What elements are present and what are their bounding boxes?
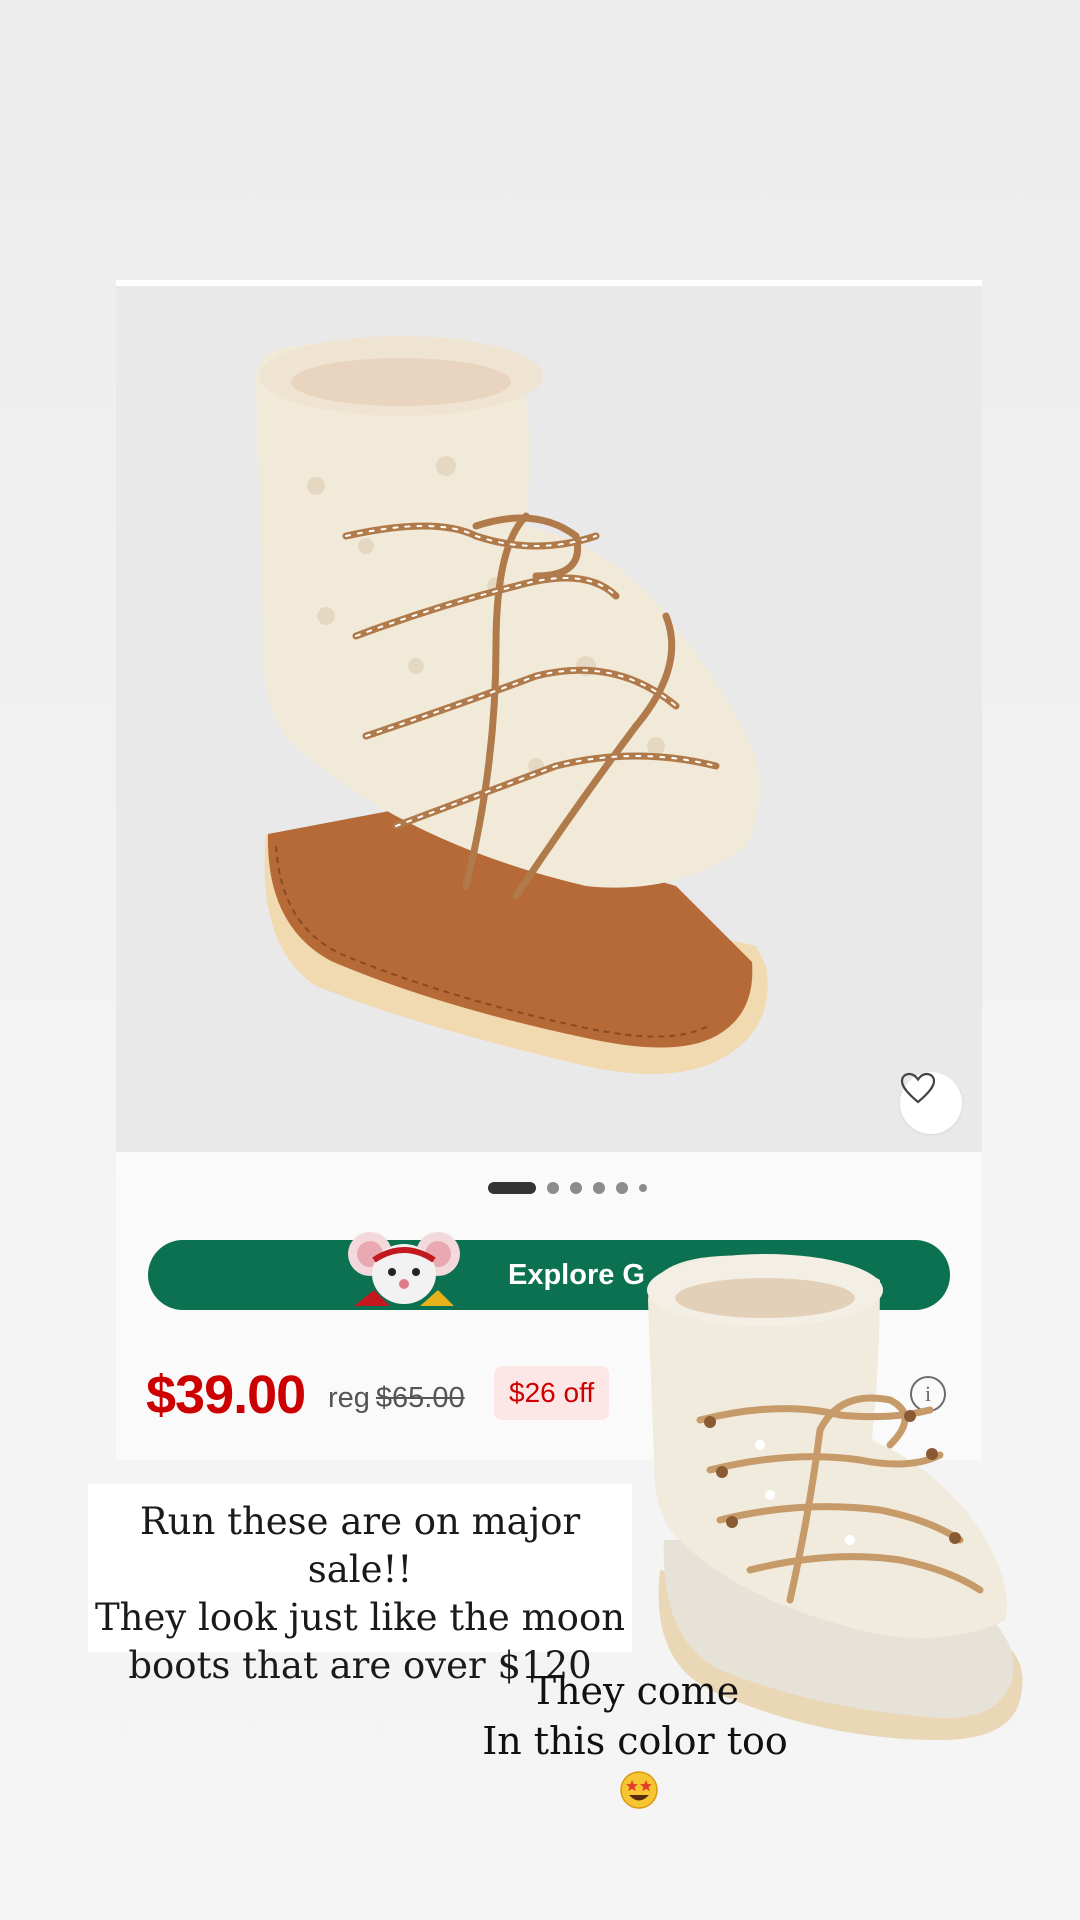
caption-line: Run these are on major sale!! (139, 1500, 581, 1591)
story-screen: Explore G $39.00 reg $65.00 $26 off i Run… (0, 0, 1080, 1920)
heart-icon (900, 1072, 936, 1104)
regular-price-value: $65.00 (375, 1382, 465, 1414)
product-image-tan-boot[interactable] (116, 286, 982, 1152)
carousel-dot[interactable] (546, 1182, 559, 1194)
carousel-dot-active[interactable] (487, 1182, 536, 1194)
color-note: They come In this color too (440, 1666, 830, 1816)
carousel-dot[interactable] (569, 1182, 582, 1194)
cream-boot-sticker (647, 1254, 1023, 1740)
carousel-indicator (116, 1180, 982, 1196)
color-note-text: In this color too (482, 1719, 788, 1763)
mouse-mascot-icon (348, 1232, 460, 1306)
caption-line: They look just like the moon (94, 1596, 626, 1639)
discount-badge: $26 off (494, 1366, 610, 1420)
color-note-line: In this color too (440, 1716, 830, 1816)
favorite-button[interactable] (900, 1072, 962, 1134)
regular-price: reg $65.00 (328, 1382, 465, 1415)
carousel-dot[interactable] (638, 1184, 647, 1192)
carousel-dot[interactable] (592, 1182, 605, 1194)
regular-price-prefix: reg (328, 1382, 370, 1414)
promo-label: Explore G (508, 1259, 645, 1291)
boot-illustration (256, 336, 768, 1074)
color-note-line: They come (530, 1669, 740, 1713)
story-caption: Run these are on major sale!! They look … (88, 1484, 632, 1687)
star-struck-emoji-icon (620, 1771, 658, 1809)
sale-price: $39.00 (146, 1365, 306, 1425)
carousel-dot[interactable] (615, 1182, 628, 1194)
